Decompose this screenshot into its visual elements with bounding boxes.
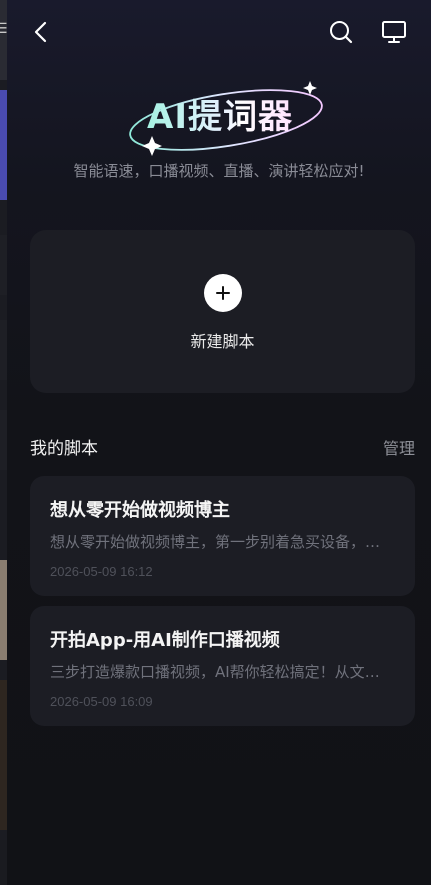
manage-button[interactable]: 管理: [383, 435, 415, 459]
my-scripts-header: 我的脚本 管理: [30, 434, 415, 459]
script-date: 2026-05-09 16:12: [50, 564, 153, 579]
plus-icon: [204, 274, 242, 312]
search-button[interactable]: [326, 17, 356, 47]
script-title: 想从零开始做视频博主: [50, 500, 230, 521]
script-date: 2026-05-09 16:09: [50, 694, 153, 709]
script-preview: 想从零开始做视频博主，第一步别着急买设备，先找准定位再开拍: [50, 533, 390, 551]
section-title: 我的脚本: [30, 439, 98, 459]
page-title: AI提词器: [147, 89, 317, 138]
script-card[interactable]: 想从零开始做视频博主 想从零开始做视频博主，第一步别着急买设备，先找准定位再开拍…: [30, 476, 415, 596]
search-icon: [330, 21, 353, 44]
background-app-strip: ☰: [0, 0, 7, 885]
teleprompter-panel: AI提词器 智能语速，口播视频、直播、演讲轻松应对! 新建脚本 我的脚本 管理 …: [7, 0, 431, 885]
script-card[interactable]: 开拍App-用AI制作口播视频 三步打造爆款口播视频，AI帮你轻松搞定！从文案到…: [30, 606, 415, 726]
chevron-left-icon: [34, 21, 47, 43]
new-script-label: 新建脚本: [190, 332, 255, 351]
back-button[interactable]: [27, 17, 57, 47]
script-title: 开拍App-用AI制作口播视频: [50, 630, 280, 651]
tagline: 智能语速，口播视频、直播、演讲轻松应对!: [73, 162, 365, 180]
new-script-card[interactable]: 新建脚本: [30, 230, 415, 393]
script-preview: 三步打造爆款口播视频，AI帮你轻松搞定！从文案到成片一气呵成: [50, 663, 390, 681]
cast-button[interactable]: [379, 17, 409, 47]
monitor-icon: [382, 21, 406, 43]
hero-banner: AI提词器: [7, 62, 431, 162]
